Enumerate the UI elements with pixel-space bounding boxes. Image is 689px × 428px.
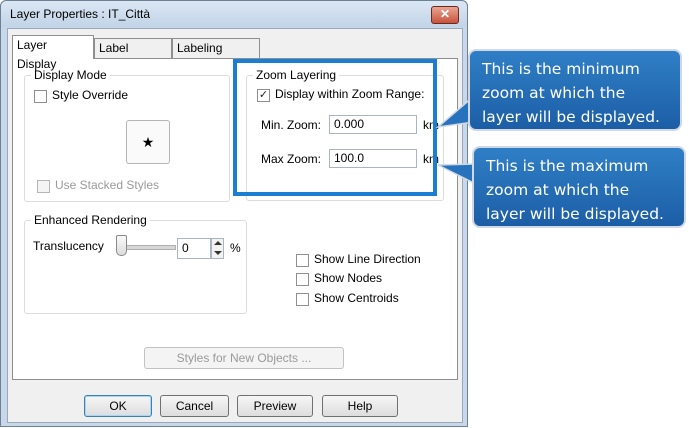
min-callout-line-3: layer will be displayed. [482, 108, 660, 126]
max-callout-pointer [437, 163, 477, 186]
max-callout-line-1: This is the maximum [486, 157, 649, 175]
max-callout-line-2: zoom at which the [486, 181, 630, 199]
max-zoom-callout: This is the maximum zoom at which the la… [472, 146, 686, 228]
min-callout-line-1: This is the minimum [482, 60, 640, 78]
min-callout-line-2: zoom at which the [482, 84, 626, 102]
max-callout-line-3: layer will be displayed. [486, 205, 664, 223]
min-zoom-callout: This is the minimum zoom at which the la… [468, 49, 682, 131]
tab-layer-display[interactable]: Layer Display [12, 35, 94, 71]
